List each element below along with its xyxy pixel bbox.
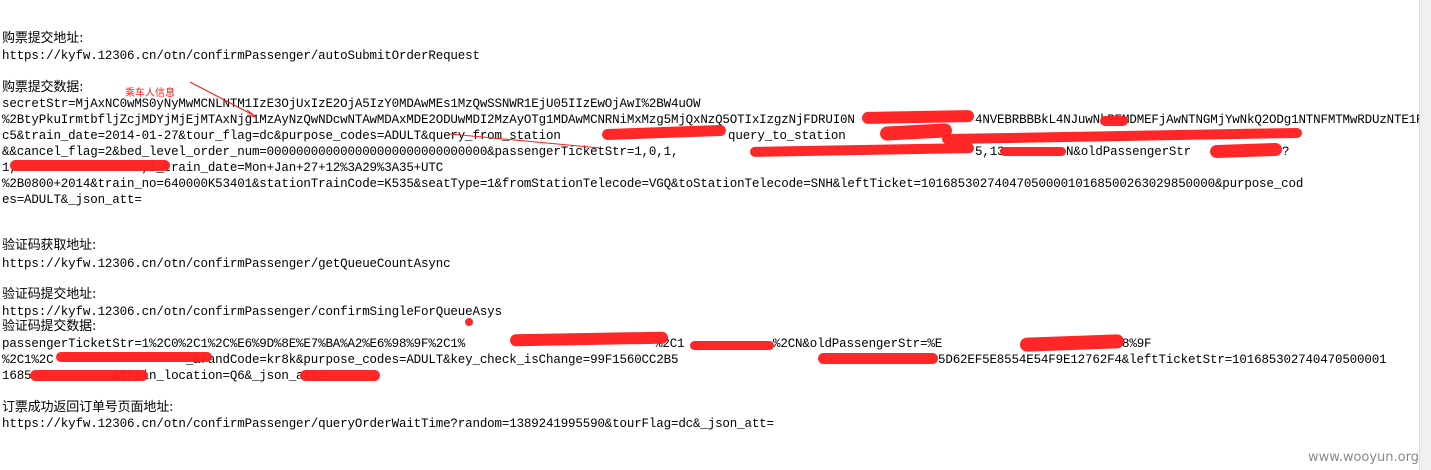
submit-data-line-3-tail: query_to_station — [728, 129, 846, 143]
redaction-mark — [941, 127, 1303, 145]
submit-data-line-4: &&cancel_flag=2&bed_level_order_num=0000… — [2, 145, 679, 159]
submit-data-line-2-tail: 4NVEBRBBBkL4NJuwNkPEMDMEFjAwNTNGMjYwNkQ2… — [975, 113, 1420, 127]
annotation-label-passenger-info: 乘车人信息 — [125, 88, 175, 99]
captcha-data-line-2-tail: 5D62EF5E8554E54F9E12762F4&leftTicketStr=… — [938, 353, 1387, 367]
submit-url: https://kyfw.12306.cn/otn/confirmPasseng… — [2, 49, 480, 63]
heading-captcha-submit-url: 验证码提交地址: — [2, 287, 97, 302]
redaction-mark — [30, 370, 148, 381]
heading-submit-data: 购票提交数据: — [2, 80, 84, 95]
redaction-mark — [465, 318, 473, 326]
redaction-mark — [1019, 334, 1125, 352]
captcha-data-line-3-head: 1685 — [2, 369, 32, 383]
captcha-fetch-url: https://kyfw.12306.cn/otn/confirmPasseng… — [2, 257, 451, 271]
heading-submit-url: 购票提交地址: — [2, 31, 84, 46]
redaction-mark — [690, 341, 774, 350]
redaction-mark — [1100, 116, 1128, 126]
redaction-mark — [861, 110, 975, 124]
submit-data-line-6: %2B0800+2014&train_no=640000K53401&stati… — [2, 177, 1304, 191]
redaction-mark — [1209, 142, 1283, 159]
heading-captcha-fetch-url: 验证码获取地址: — [2, 238, 97, 253]
heading-captcha-submit-data: 验证码提交数据: — [2, 319, 97, 334]
captcha-data-line-1-tail-b: %2CN&oldPassengerStr=%E — [773, 337, 943, 351]
captcha-data-line-1-tail-c: 8%9F — [1122, 337, 1152, 351]
captcha-submit-url: https://kyfw.12306.cn/otn/confirmPasseng… — [2, 305, 502, 319]
redaction-mark — [10, 160, 170, 171]
submit-data-line-4-tail-b: N&oldPassengerStr — [1066, 145, 1191, 159]
submit-data-line-2: %2BtyPkuIrmtbfljZcjMDYjMjEjMTAxNjg1MzAyN… — [2, 113, 855, 127]
redaction-mark — [818, 353, 938, 364]
redaction-mark — [56, 352, 212, 362]
redaction-mark — [509, 331, 669, 347]
redaction-mark — [749, 143, 975, 157]
heading-order-success-url: 订票成功返回订单号页面地址: — [2, 400, 174, 415]
submit-data-line-3: c5&train_date=2014-01-27&tour_flag=dc&pu… — [2, 129, 561, 143]
submit-data-line-4-tail-c: ? — [1282, 145, 1290, 159]
submit-data-line-1: secretStr=MjAxNC0wMS0yNyMwMCNLNTM1IzE3Oj… — [2, 97, 701, 111]
order-success-url: https://kyfw.12306.cn/otn/confirmPasseng… — [2, 417, 774, 431]
captcha-data-line-1: passengerTicketStr=1%2C0%2C1%2C%E6%9D%8E… — [2, 337, 466, 351]
document-view: 购票提交地址: https://kyfw.12306.cn/otn/confir… — [0, 0, 1420, 470]
redaction-mark — [300, 370, 380, 381]
redaction-mark — [1000, 147, 1066, 156]
submit-data-line-7: es=ADULT&_json_att= — [2, 193, 142, 207]
annotation-arrows — [189, 81, 601, 149]
vertical-scrollbar[interactable] — [1419, 0, 1431, 470]
watermark: www.wooyun.org — [1307, 450, 1419, 465]
